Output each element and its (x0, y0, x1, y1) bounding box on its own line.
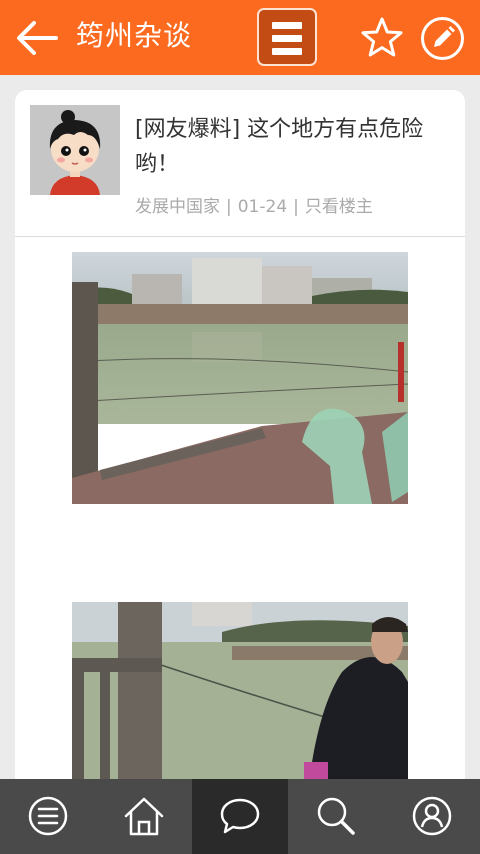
compose-button[interactable] (420, 16, 465, 61)
home-icon (124, 797, 164, 836)
divider (15, 236, 465, 237)
avatar[interactable] (30, 105, 120, 195)
post-photo[interactable] (72, 602, 408, 790)
tab-search[interactable] (288, 779, 384, 854)
riverside-photo (72, 602, 408, 790)
riverside-photo (72, 252, 408, 504)
post-date: 01-24 (237, 197, 288, 217)
only-op-link[interactable]: 只看楼主 (305, 197, 373, 217)
author-name[interactable]: 发展中国家 (135, 197, 220, 217)
menu-button[interactable] (257, 8, 317, 66)
back-button[interactable] (12, 16, 62, 60)
page-title: 筠州杂谈 (76, 19, 193, 52)
bottom-navigation (0, 779, 480, 854)
list-menu-icon (28, 796, 68, 836)
post-photo[interactable] (72, 252, 408, 504)
top-bar: 筠州杂谈 (0, 0, 480, 75)
post-title: [网友爆料] 这个地方有点危险哟！ (135, 117, 424, 177)
pencil-icon (421, 17, 464, 60)
post-meta: 发展中国家 | 01-24 | 只看楼主 (135, 197, 373, 217)
tab-discussion[interactable] (192, 779, 288, 854)
user-icon (412, 796, 452, 836)
star-icon (361, 17, 403, 57)
chat-bubble-icon (220, 798, 260, 834)
favorite-button[interactable] (360, 16, 404, 60)
tab-home[interactable] (96, 779, 192, 854)
arrow-left-icon (17, 21, 58, 55)
tab-menu[interactable] (0, 779, 96, 854)
search-icon (317, 797, 355, 835)
cartoon-avatar-image (30, 105, 120, 195)
post-card: [网友爆料] 这个地方有点危险哟！ 发展中国家 | 01-24 | 只看楼主 (15, 90, 465, 790)
tab-profile[interactable] (384, 779, 480, 854)
